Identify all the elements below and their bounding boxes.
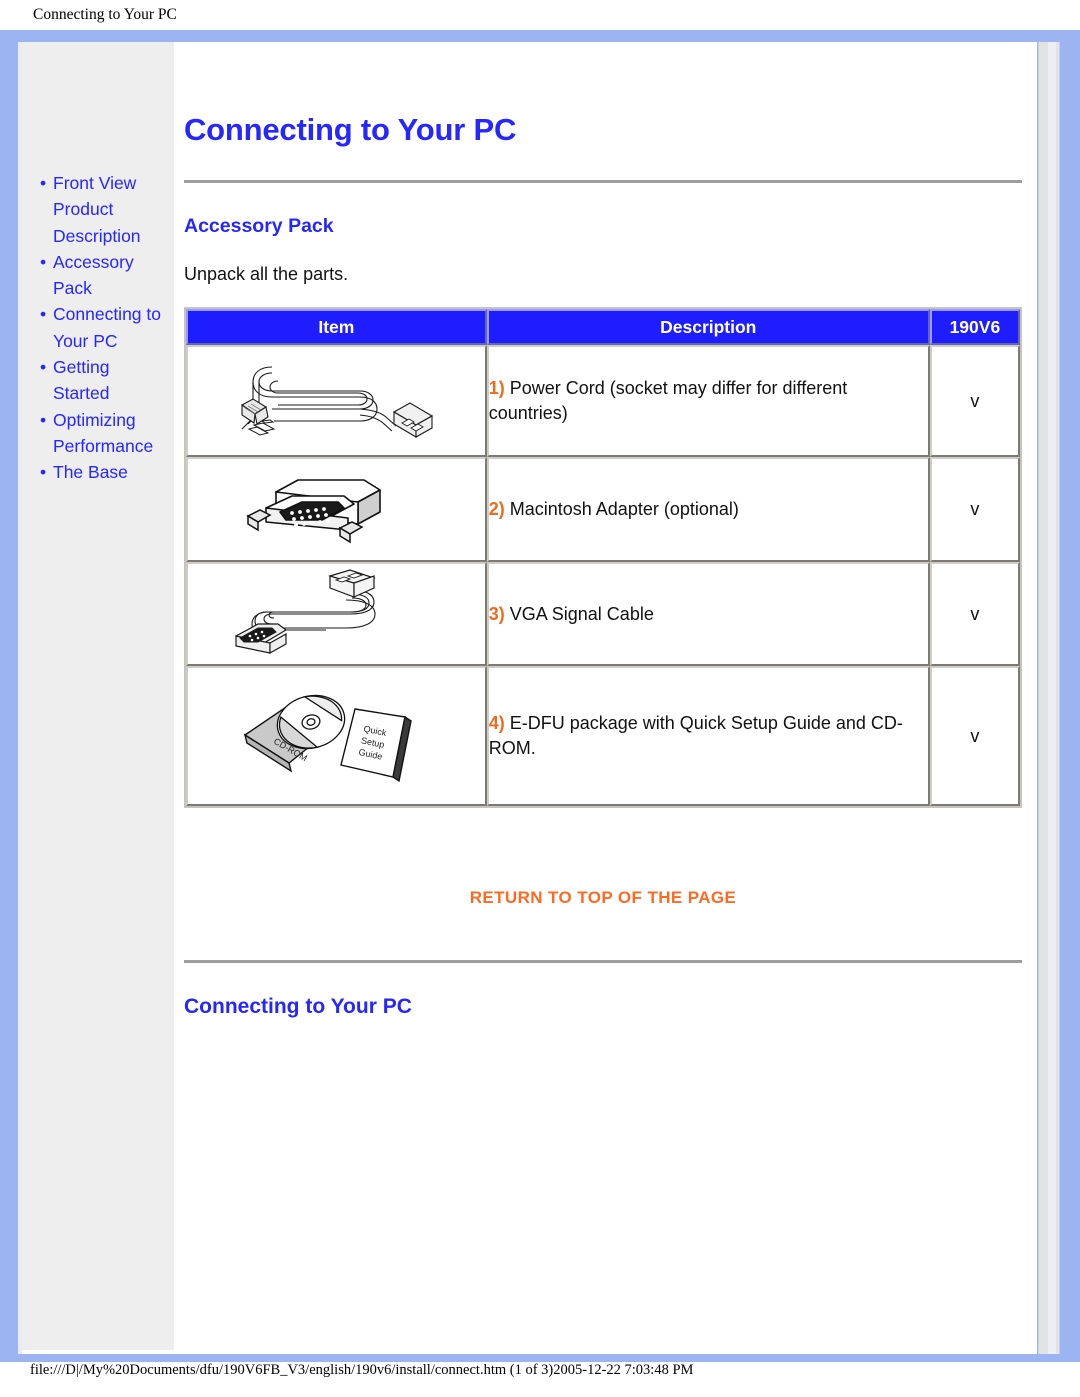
sidebar-list: Front View Product Description Accessory… bbox=[22, 170, 174, 486]
main-content: Connecting to Your PC Accessory Pack Unp… bbox=[174, 42, 1060, 1354]
item-number: 4) bbox=[488, 713, 505, 733]
item-number: 1) bbox=[488, 378, 505, 398]
column-header-model: 190V6 bbox=[929, 309, 1020, 345]
item-description: Power Cord (socket may differ for differ… bbox=[488, 378, 848, 423]
description-cell-power-cord: 1) Power Cord (socket may differ for dif… bbox=[486, 345, 930, 457]
scrollbar-track[interactable] bbox=[1038, 42, 1060, 1354]
model-cell-macintosh-adapter: v bbox=[929, 457, 1020, 562]
table-row: CD-ROM Quick Setup Guide 4) E-DFU packag… bbox=[186, 666, 1020, 806]
table-row: 3) VGA Signal Cable v bbox=[186, 562, 1020, 666]
cdrom-package-illustration: CD-ROM Quick Setup Guide bbox=[244, 694, 413, 783]
table-row: 2) Macintosh Adapter (optional) v bbox=[186, 457, 1020, 562]
item-number: 3) bbox=[488, 603, 505, 624]
column-header-item: Item bbox=[186, 309, 487, 345]
sidebar-item-optimizing-performance[interactable]: Optimizing Performance bbox=[40, 407, 170, 460]
connecting-to-your-pc-heading: Connecting to Your PC bbox=[184, 995, 412, 1018]
print-footer: file:///D|/My%20Documents/dfu/190V6FB_V3… bbox=[0, 1362, 1080, 1379]
left-gutter bbox=[12, 42, 22, 1354]
item-cell-macintosh-adapter bbox=[186, 457, 487, 562]
return-to-top-link[interactable]: RETURN TO TOP OF THE PAGE bbox=[184, 808, 1022, 908]
sidebar-item-label: Connecting to Your PC bbox=[53, 304, 161, 351]
sidebar-item-label: Optimizing Performance bbox=[53, 409, 154, 456]
sidebar-item-label: The Base bbox=[53, 462, 128, 483]
macintosh-adapter-illustration bbox=[246, 478, 382, 543]
item-cell-cdrom-package: CD-ROM Quick Setup Guide bbox=[186, 666, 487, 806]
vertical-scrollbar[interactable] bbox=[1037, 42, 1068, 1354]
sidebar-item-getting-started[interactable]: Getting Started bbox=[40, 354, 170, 407]
print-header-title: Connecting to Your PC bbox=[33, 6, 177, 23]
page-title: Connecting to Your PC bbox=[184, 112, 517, 147]
sidebar-item-the-base[interactable]: The Base bbox=[40, 459, 170, 486]
sidebar-item-accessory-pack[interactable]: Accessory Pack bbox=[40, 249, 170, 302]
scrollbar-thumb[interactable] bbox=[1048, 42, 1056, 1354]
item-description: Macintosh Adapter (optional) bbox=[509, 499, 739, 519]
model-cell-vga-cable: v bbox=[929, 562, 1020, 666]
item-cell-power-cord bbox=[186, 345, 487, 457]
table-header-row: Item Description 190V6 bbox=[186, 309, 1020, 345]
sidebar-item-label: Getting Started bbox=[53, 357, 110, 404]
sidebar-item-label: Accessory Pack bbox=[53, 251, 134, 299]
accessory-pack-intro: Unpack all the parts. bbox=[184, 264, 349, 284]
accessory-pack-heading: Accessory Pack bbox=[184, 215, 334, 237]
print-header: Connecting to Your PC bbox=[0, 0, 1080, 30]
sidebar-item-connecting-to-your-pc[interactable]: Connecting to Your PC bbox=[40, 301, 170, 354]
document-page: Front View Product Description Accessory… bbox=[22, 42, 1060, 1354]
description-cell-macintosh-adapter: 2) Macintosh Adapter (optional) bbox=[486, 457, 930, 562]
column-header-description: Description bbox=[486, 309, 930, 345]
description-cell-cdrom-package: 4) E-DFU package with Quick Setup Guide … bbox=[486, 666, 930, 806]
accessory-pack-table: Item Description 190V6 1) Power Cord (so… bbox=[184, 307, 1022, 808]
item-description: E-DFU package with Quick Setup Guide and… bbox=[488, 713, 903, 758]
power-cord-illustration bbox=[241, 366, 434, 438]
item-cell-vga-cable bbox=[186, 562, 487, 666]
item-number: 2) bbox=[488, 499, 505, 519]
document-viewport: Front View Product Description Accessory… bbox=[12, 42, 1068, 1354]
vga-cable-illustration bbox=[235, 569, 377, 655]
item-description: VGA Signal Cable bbox=[509, 603, 654, 624]
description-cell-vga-cable: 3) VGA Signal Cable bbox=[486, 562, 930, 666]
sidebar-item-label: Front View Product Description bbox=[53, 173, 141, 246]
model-cell-power-cord: v bbox=[929, 345, 1020, 457]
sidebar-item-front-view-product-description[interactable]: Front View Product Description bbox=[40, 170, 170, 249]
browser-frame: Front View Product Description Accessory… bbox=[0, 30, 1080, 1362]
sidebar-navigation: Front View Product Description Accessory… bbox=[22, 42, 174, 1350]
model-cell-cdrom-package: v bbox=[929, 666, 1020, 806]
print-footer-path: file:///D|/My%20Documents/dfu/190V6FB_V3… bbox=[30, 1362, 694, 1378]
table-row: 1) Power Cord (socket may differ for dif… bbox=[186, 345, 1020, 457]
